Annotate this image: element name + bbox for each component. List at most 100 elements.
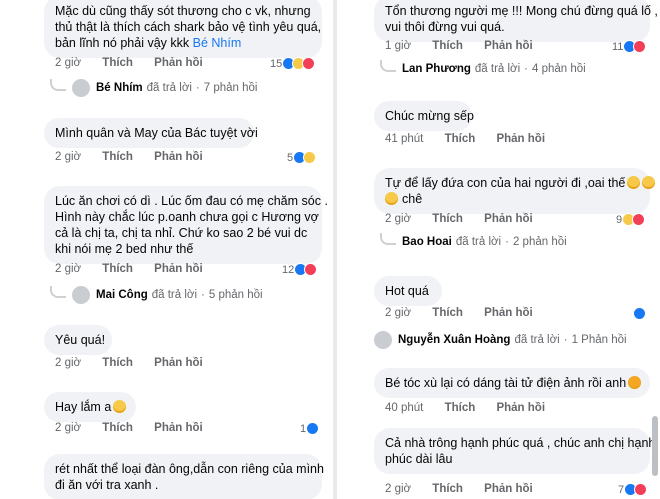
reaction-summary[interactable]: 9 — [616, 213, 646, 226]
like-button[interactable]: Thích — [102, 422, 133, 434]
like-button[interactable]: Thích — [445, 133, 476, 145]
comment-actions: 2 giờ Thích Phản hồi — [55, 263, 203, 275]
reply-thread-icon — [50, 286, 66, 298]
reaction-summary[interactable]: 5 — [287, 151, 317, 164]
comment-text: phúc dài lâu — [385, 452, 453, 466]
comment-text: Lúc ăn chơi có dì . Lúc ốm đau có mẹ chă… — [55, 194, 328, 208]
comment-text: Mình quân và May của Bác tuyệt vời — [55, 126, 258, 140]
comment-text: chê — [402, 192, 423, 206]
like-button[interactable]: Thích — [445, 402, 476, 414]
reply-thread-link[interactable]: Nguyễn Xuân Hoàng đã trả lời · 1 Phản hồ… — [374, 331, 627, 349]
comment-text: vui thôi đừng vui quá. — [385, 20, 505, 34]
replier-name: Nguyễn Xuân Hoàng — [398, 334, 511, 346]
reaction-count: 12 — [282, 263, 295, 276]
like-button[interactable]: Thích — [432, 483, 463, 495]
comment-actions: 2 giờ Thích Phản hồi — [55, 357, 203, 369]
like-button[interactable]: Thích — [102, 263, 133, 275]
comment-time: 2 giờ — [55, 357, 82, 369]
reply-button[interactable]: Phản hồi — [154, 422, 203, 434]
comment-text: Cả nhà trông hạnh phúc quá , chúc anh ch… — [385, 436, 656, 450]
comment-actions: 2 giờ Thích Phản hồi — [55, 422, 203, 434]
mention-link[interactable]: Bé Nhím — [193, 36, 242, 50]
comment-actions: 2 giờ Thích Phản hồi — [55, 151, 203, 163]
comment-actions: 40 phút Thích Phản hồi — [385, 402, 545, 414]
reply-text: đã trả lời — [514, 334, 560, 346]
laughing-emoji-icon — [385, 192, 398, 205]
comment-text: khi nói mẹ 2 bed như thế — [55, 242, 194, 256]
separator-dot: · — [563, 334, 568, 346]
comment-column-right: Tổn thương người mẹ !!! Mong chú đừng qu… — [340, 0, 660, 499]
comment-column-left: Mặc dù cũng thấy sót thương cho c vk, nh… — [0, 0, 330, 499]
reply-button[interactable]: Phản hồi — [496, 133, 545, 145]
comment-bubble: Mình quân và May của Bác tuyệt vời — [44, 118, 258, 148]
comment-time: 2 giờ — [385, 483, 412, 495]
haha-reaction-icon — [303, 151, 317, 164]
reply-thread-icon — [380, 60, 396, 72]
reply-button[interactable]: Phản hồi — [154, 263, 203, 275]
reply-button[interactable]: Phản hồi — [484, 307, 533, 319]
reply-thread-link[interactable]: Bé Nhím đã trả lời · 7 phản hồi — [50, 79, 257, 97]
comment-text: cả là chị ta, chị ta nhỉ. Chứ ko sao 2 b… — [55, 226, 308, 240]
comment-time: 2 giờ — [55, 151, 82, 163]
reaction-summary[interactable]: 7 — [618, 483, 648, 496]
reply-button[interactable]: Phản hồi — [154, 151, 203, 163]
reaction-summary[interactable]: 11 — [612, 40, 647, 53]
comment-time: 1 giờ — [385, 40, 412, 52]
comment-bubble: Yêu quá! — [44, 325, 112, 355]
separator-dot: · — [201, 289, 205, 301]
like-button[interactable]: Thích — [432, 307, 463, 319]
comment-text: Hình này chắc lúc p.oanh chưa gọi c Hươn… — [55, 210, 319, 224]
avatar — [374, 331, 392, 349]
reaction-count: 11 — [612, 40, 624, 53]
reply-count: 4 phản hồi — [532, 63, 586, 75]
replier-name: Lan Phương — [402, 63, 471, 75]
reply-count: 2 phản hồi — [512, 236, 567, 248]
comment-text: Yêu quá! — [55, 333, 106, 347]
love-reaction-icon — [302, 57, 316, 70]
reply-thread-link[interactable]: Lan Phương đã trả lời · 4 phản hồi — [380, 60, 586, 75]
reply-button[interactable]: Phản hồi — [484, 40, 533, 52]
separator-dot: · — [505, 236, 509, 248]
comment-text: Tự để lấy đứa con của hai người đi ,oai … — [385, 176, 626, 190]
like-button[interactable]: Thích — [432, 213, 463, 225]
comment-bubble: Cả nhà trông hạnh phúc quá , chúc anh ch… — [374, 428, 656, 474]
reaction-summary[interactable] — [633, 307, 646, 320]
comment-text: rét nhất thể loại đàn ông,dẫn con riêng … — [55, 462, 324, 476]
replier-name: Mai Công — [96, 289, 148, 301]
replier-name: Bé Nhím — [96, 82, 143, 94]
reply-text: đã trả lời — [146, 82, 192, 94]
comment-text: bản lĩnh nó phải vậy kkk — [55, 36, 190, 50]
column-divider — [333, 0, 337, 499]
like-button[interactable]: Thích — [102, 57, 133, 69]
comment-bubble: Tự để lấy đứa con của hai người đi ,oai … — [374, 168, 656, 214]
comment-actions: 2 giờ Thích Phản hồi — [385, 307, 533, 319]
reply-button[interactable]: Phản hồi — [484, 213, 533, 225]
reply-button[interactable]: Phản hồi — [154, 357, 203, 369]
laughing-emoji-icon — [642, 176, 656, 189]
reply-thread-link[interactable]: Bao Hoai đã trả lời · 2 phản hồi — [380, 233, 567, 248]
reply-button[interactable]: Phản hồi — [496, 402, 545, 414]
like-button[interactable]: Thích — [102, 357, 133, 369]
comment-actions: 2 giờ Thích Phản hồi — [55, 57, 203, 69]
reply-button[interactable]: Phản hồi — [484, 483, 533, 495]
comment-bubble: Chúc mừng sếp — [374, 101, 474, 131]
separator-dot: · — [524, 63, 528, 75]
reply-thread-icon — [380, 233, 396, 245]
comment-time: 2 giờ — [55, 263, 82, 275]
comment-actions: 41 phút Thích Phản hồi — [385, 133, 545, 145]
scrollbar-thumb[interactable] — [652, 416, 658, 476]
like-button[interactable]: Thích — [432, 40, 463, 52]
avatar — [72, 79, 90, 97]
comment-actions: 2 giờ Thích Phản hồi — [385, 213, 533, 225]
love-reaction-icon — [304, 263, 318, 276]
reaction-summary[interactable]: 1 — [300, 422, 320, 435]
reaction-summary[interactable]: 12 — [282, 263, 318, 276]
like-button[interactable]: Thích — [102, 151, 133, 163]
reaction-count: 15 — [270, 57, 283, 70]
reaction-summary[interactable]: 15 — [270, 57, 316, 70]
reply-button[interactable]: Phản hồi — [154, 57, 203, 69]
comment-time: 2 giờ — [385, 307, 412, 319]
reply-thread-link[interactable]: Mai Công đã trả lời · 5 phản hồi — [50, 286, 263, 304]
comment-text: Hay lắm a — [55, 400, 112, 414]
comment-time: 2 giờ — [55, 422, 82, 434]
